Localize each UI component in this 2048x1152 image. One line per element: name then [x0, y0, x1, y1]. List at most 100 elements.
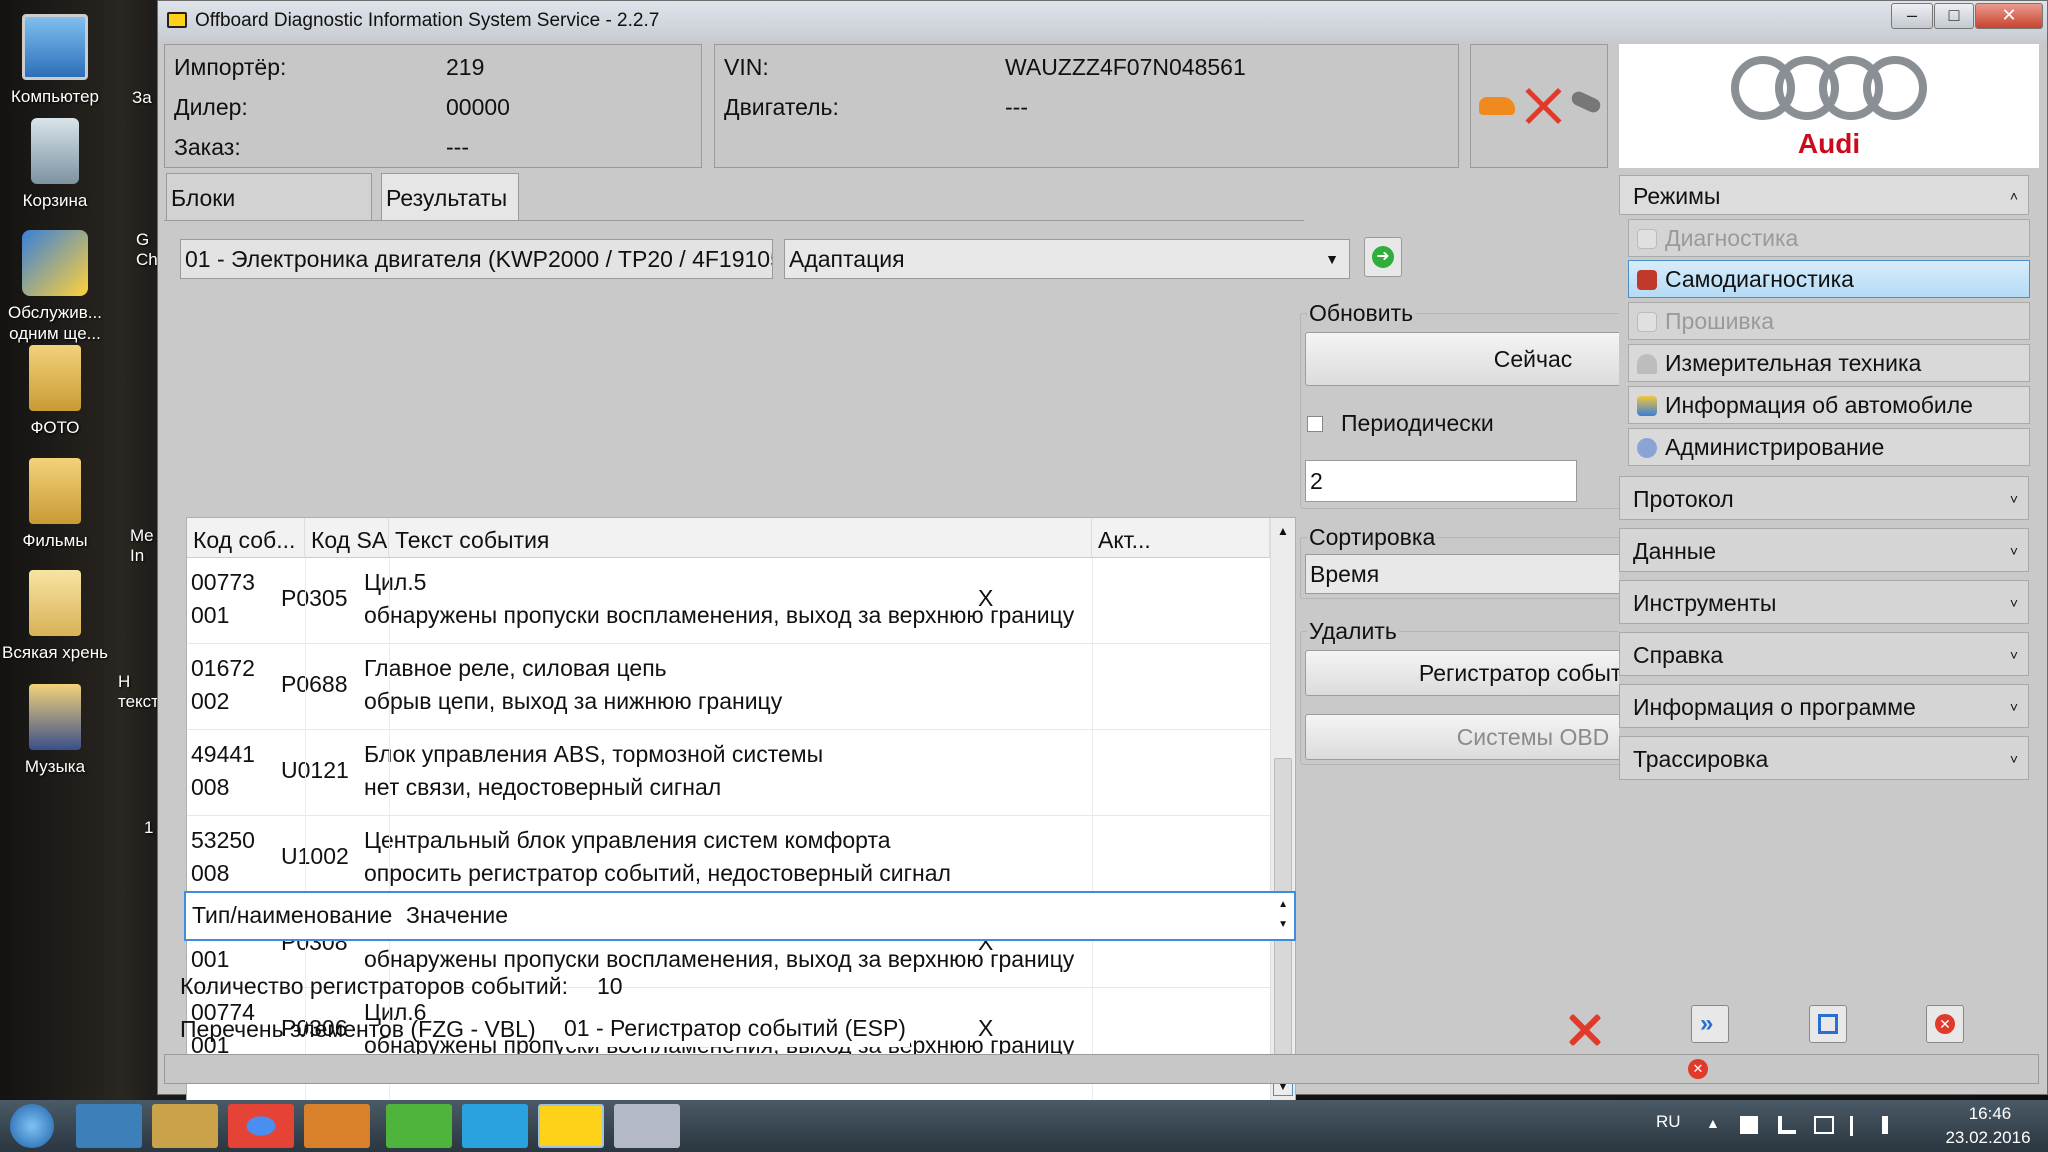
detail-col-type[interactable]: Тип/наименование	[192, 902, 392, 929]
taskbar-player-icon[interactable]	[304, 1104, 370, 1148]
mode-label: Самодиагностика	[1665, 266, 1854, 292]
cell-text1: Цил.5	[364, 569, 427, 595]
start-button[interactable]	[10, 1104, 54, 1148]
cell-act: X	[978, 1015, 994, 1041]
detail-table: Тип/наименование Значение ▲ ▼	[184, 891, 1296, 941]
order-value: ---	[446, 134, 469, 160]
cell-sae: P0305	[281, 585, 348, 611]
cell-text2: нет связи, недостоверный сигнал	[364, 774, 722, 800]
windows-flag-icon[interactable]	[1740, 1116, 1758, 1134]
taskbar-odis-icon[interactable]	[538, 1104, 604, 1148]
col-header-sae-code[interactable]: Код SAE	[305, 518, 389, 558]
cancel-icon[interactable]	[1568, 1013, 1602, 1047]
detail-scroll-arrows[interactable]: ▲ ▼	[1278, 895, 1288, 935]
column-divider	[1092, 558, 1093, 1100]
desktop-icon-films[interactable]: Фильмы	[0, 458, 110, 551]
status-bar: ✕	[164, 1054, 2039, 1084]
vin-value: WAUZZZ4F07N048561	[1005, 54, 1246, 80]
mode-administration[interactable]: Администрирование	[1628, 428, 2030, 466]
element-list-label: Перечень элементов (FZG - VBL)	[180, 1016, 536, 1042]
car-icon	[1479, 97, 1515, 115]
desktop-icon-music[interactable]: Музыка	[0, 684, 110, 777]
table-row[interactable]: 01672 002 P0688 Главное реле, силовая цепь о…	[187, 644, 1270, 730]
desktop-icon-photo[interactable]: ФОТО	[0, 345, 110, 438]
table-row[interactable]: 49441 008 U0121 Блок управления ABS, тормоз…	[187, 730, 1270, 816]
flag-icon[interactable]	[1850, 1116, 1866, 1136]
mode-measurement[interactable]: Измерительная техника	[1628, 344, 2030, 382]
sidebar-section-0[interactable]: Протокол ˅	[1619, 476, 2029, 520]
taskbar-explorer-icon[interactable]	[152, 1104, 218, 1148]
tab-results[interactable]: Результаты	[381, 173, 519, 221]
clock-date[interactable]: 23.02.2016	[1928, 1128, 2048, 1148]
taskbar-ie-icon[interactable]	[76, 1104, 142, 1148]
mode-self-diagnostics[interactable]: Самодиагностика	[1628, 260, 2030, 298]
error-status-icon[interactable]: ✕	[1688, 1059, 1708, 1079]
sidebar-section-2[interactable]: Инструменты ˅	[1619, 580, 2029, 624]
desktop-icon-service[interactable]: Обслужив... одним ще...	[0, 230, 110, 344]
clock-time[interactable]: 16:46	[1950, 1104, 2030, 1124]
taskbar-paint-icon[interactable]	[614, 1104, 680, 1148]
desktop-icon-label: Компьютер	[11, 87, 99, 106]
chevron-down-icon: ˅	[2009, 647, 2018, 663]
language-indicator[interactable]: RU	[1656, 1112, 1681, 1132]
cell-sae: U0121	[281, 757, 349, 783]
tab-control-units[interactable]: Блоки управления	[166, 173, 372, 259]
taskbar-skype-icon[interactable]	[462, 1104, 528, 1148]
title-bar[interactable]: Offboard Diagnostic Information System S…	[158, 1, 2047, 41]
sidebar-section-3[interactable]: Справка ˅	[1619, 632, 2029, 676]
chevron-down-icon: ˅	[2009, 543, 2018, 559]
mode-flashing: Прошивка	[1628, 302, 2030, 340]
go-button[interactable]: ➜	[1364, 237, 1402, 277]
folder-icon	[29, 570, 81, 636]
sidebar-section-label: Данные	[1633, 538, 1717, 564]
network-icon[interactable]	[1778, 1116, 1796, 1134]
flashing-icon	[1637, 312, 1657, 332]
interval-input[interactable]: 2	[1305, 460, 1577, 502]
mode-diagnostics: Диагностика	[1628, 219, 2030, 257]
engine-value: ---	[1005, 94, 1028, 120]
col-header-event-text[interactable]: Текст события	[389, 518, 1092, 558]
event-recorder-count-label: Количество регистраторов событий:	[180, 973, 568, 999]
power-icon[interactable]	[1814, 1116, 1834, 1134]
mode-label: Прошивка	[1665, 308, 1774, 334]
sidebar-section-label: Справка	[1633, 642, 1724, 668]
close-window-button[interactable]: ✕	[1975, 3, 2043, 29]
sidebar-modes-title: Режимы	[1633, 183, 1721, 209]
tray-arrow-icon[interactable]: ▲	[1706, 1115, 1720, 1131]
trash-icon	[31, 118, 79, 184]
sidebar-section-4[interactable]: Информация о программе ˅	[1619, 684, 2029, 728]
desktop-icon-trash[interactable]: Корзина	[0, 118, 110, 211]
maximize-button[interactable]: □	[1934, 3, 1974, 29]
cell-sae: U1002	[281, 843, 349, 869]
gauge-icon	[1637, 354, 1657, 374]
taskbar-utorrent-icon[interactable]	[386, 1104, 452, 1148]
table-row[interactable]: 00773 001 P0305 Цил.5 обнаружены пропуски во…	[187, 558, 1270, 644]
detail-col-value[interactable]: Значение	[406, 902, 508, 929]
desktop-icon-misc[interactable]: Всякая хрень	[0, 570, 110, 663]
periodic-checkbox[interactable]	[1307, 416, 1323, 432]
sidebar-modes-header[interactable]: Режимы ˄	[1619, 175, 2029, 215]
sidebar-section-5[interactable]: Трассировка ˅	[1619, 736, 2029, 780]
col-header-event-code[interactable]: Код соб...	[187, 518, 305, 558]
table-scrollbar[interactable]: ▲ ▼	[1270, 518, 1295, 1100]
cell-text1: Центральный блок управления систем комфо…	[364, 827, 891, 853]
col-header-active[interactable]: Акт...	[1092, 518, 1270, 558]
desktop-icon-computer[interactable]: Компьютер	[0, 14, 110, 107]
mode-vehicle-info[interactable]: Информация об автомобиле	[1628, 386, 2030, 424]
scroll-up-arrow[interactable]: ▲	[1273, 520, 1293, 542]
screenshot-button[interactable]	[1809, 1005, 1847, 1043]
taskbar-chrome-icon[interactable]	[228, 1104, 294, 1148]
no-connection-icon	[1521, 83, 1565, 127]
sidebar-section-label: Протокол	[1633, 486, 1734, 512]
cell-code2: 001	[191, 602, 230, 628]
periodic-label: Периодически	[1341, 410, 1494, 436]
cell-code1: 01672	[191, 655, 255, 681]
sidebar-section-1[interactable]: Данные ˅	[1619, 528, 2029, 572]
minimize-button[interactable]: –	[1891, 3, 1933, 29]
exit-button[interactable]: ✕	[1926, 1005, 1964, 1043]
table-row[interactable]: 53250 008 U1002 Центральный блок управления…	[187, 816, 1270, 902]
speaker-icon[interactable]	[1882, 1116, 1900, 1134]
diagnostics-icon	[1637, 229, 1657, 249]
function-select[interactable]: Адаптация ▼	[784, 239, 1350, 279]
forward-button[interactable]: »	[1691, 1005, 1729, 1043]
